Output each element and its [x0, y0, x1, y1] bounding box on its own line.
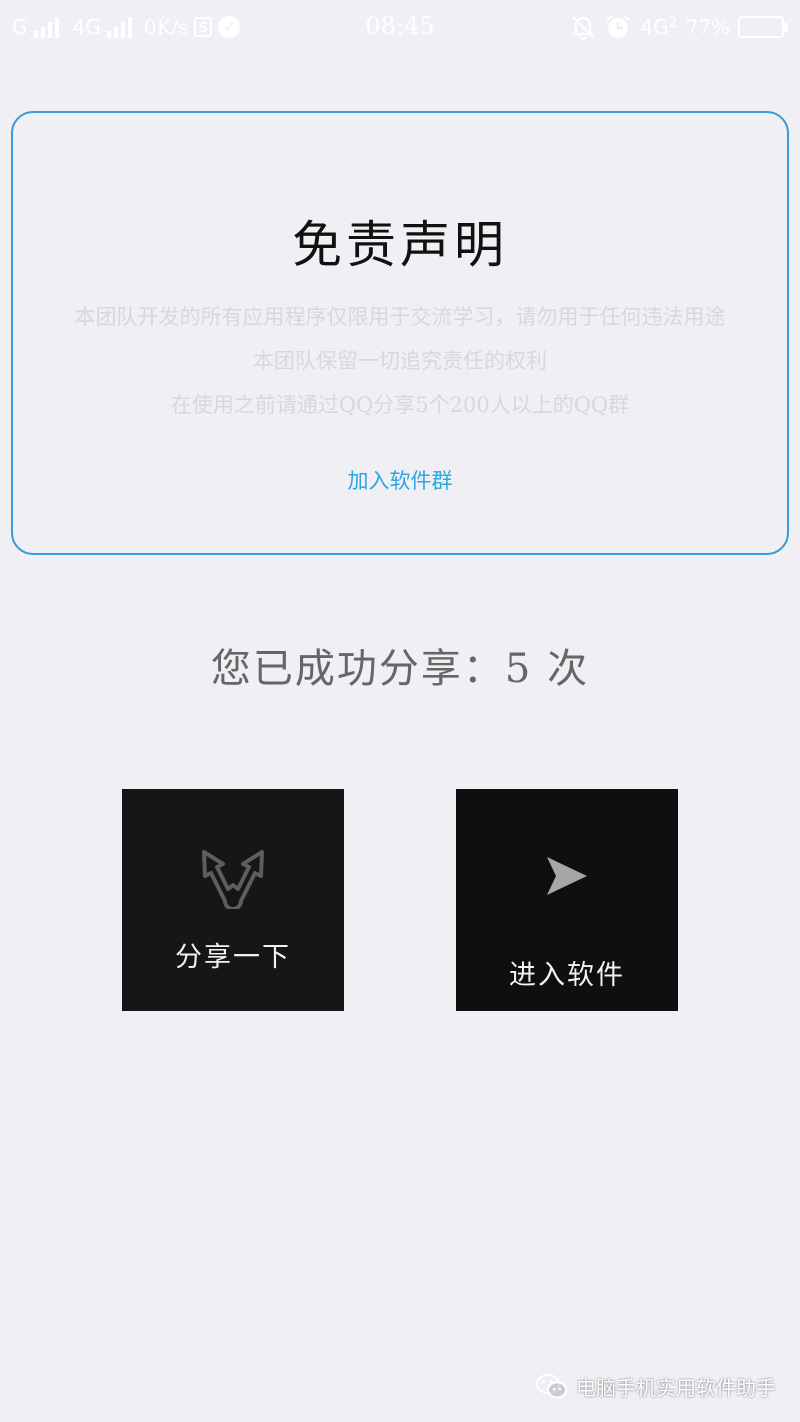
join-group-link[interactable]: 加入软件群 [13, 465, 787, 495]
wechat-icon [536, 1373, 567, 1398]
enter-app-button[interactable]: 进入软件 [456, 789, 678, 1011]
share-arrows-icon [122, 847, 344, 913]
status-bar: G 4G 0K/s S ✓ 08:45 4G 2 77% [0, 0, 800, 56]
disclaimer-line: 本团队开发的所有应用程序仅限用于交流学习，请勿用于任何违法用途 [74, 305, 726, 329]
watermark: 电脑手机实用软件助手 [536, 1372, 776, 1401]
share-count-text: 您已成功分享：5 次 [210, 646, 590, 692]
disclaimer-line: 本团队保留一切追究责任的权利 [253, 349, 547, 373]
enter-app-button-label: 进入软件 [509, 960, 625, 991]
share-button[interactable]: 分享一下 [122, 789, 344, 1011]
battery-percent: 77% [685, 15, 730, 39]
watermark-text: 电脑手机实用软件助手 [576, 1376, 776, 1400]
network-type-right: 4G 2 [640, 15, 678, 39]
alarm-icon [606, 15, 631, 38]
bell-off-icon [571, 16, 596, 40]
share-button-label: 分享一下 [175, 942, 291, 973]
disclaimer-line: 在使用之前请通过QQ分享5个200人以上的QQ群 [170, 393, 630, 417]
disclaimer-body: 本团队开发的所有应用程序仅限用于交流学习，请勿用于任何违法用途 本团队保留一切追… [33, 303, 767, 435]
battery-icon [738, 16, 788, 38]
disclaimer-card: 免责声明 本团队开发的所有应用程序仅限用于交流学习，请勿用于任何违法用途 本团队… [11, 111, 789, 555]
send-icon [456, 855, 678, 901]
disclaimer-title: 免责声明 [292, 216, 508, 274]
status-right: 4G 2 77% [570, 10, 788, 44]
